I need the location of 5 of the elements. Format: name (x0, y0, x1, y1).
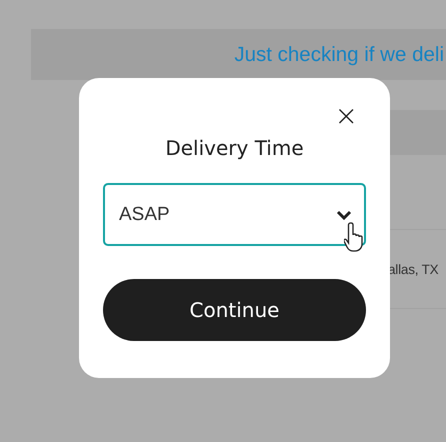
modal-title: Delivery Time (165, 136, 304, 160)
close-button[interactable]: × (330, 102, 362, 130)
continue-button[interactable]: Continue (103, 279, 366, 341)
chevron-down-icon (336, 210, 352, 220)
banner-text: Just checking if we deli (234, 42, 444, 66)
